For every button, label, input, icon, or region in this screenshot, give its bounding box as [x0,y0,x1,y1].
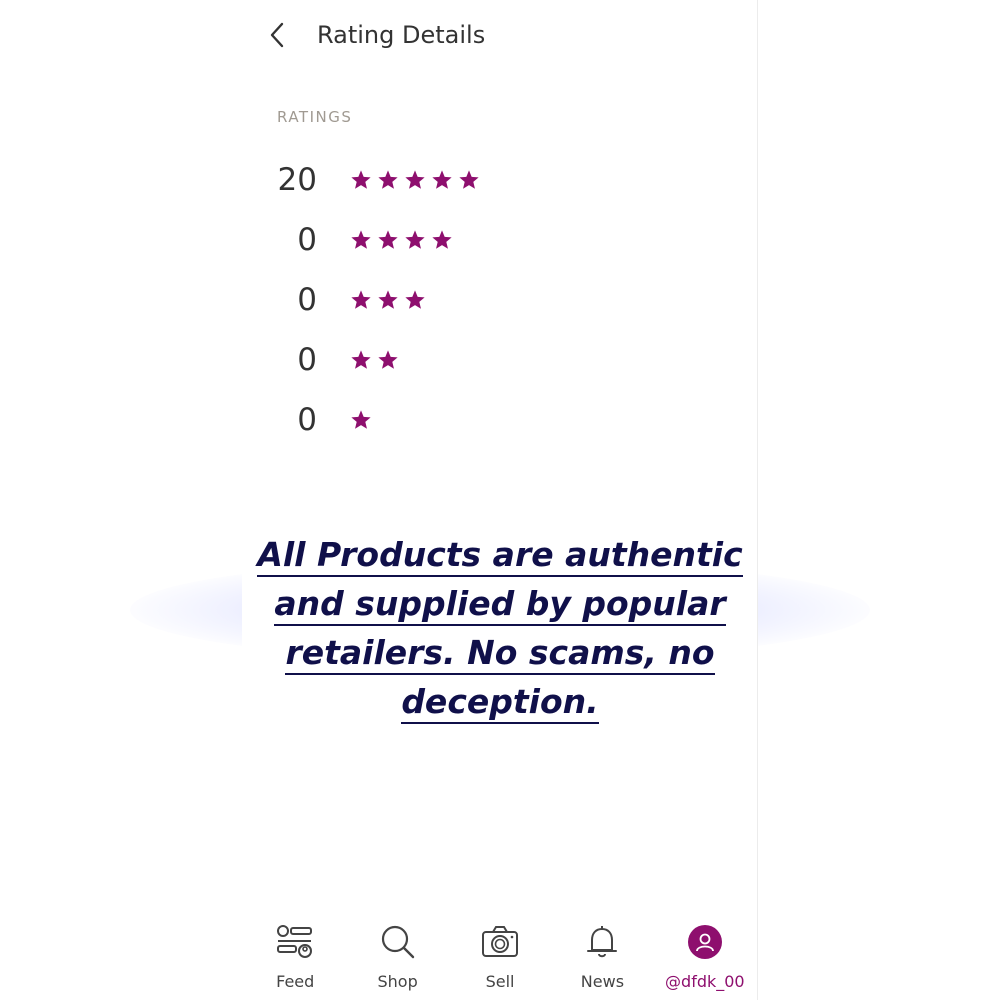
star-group [350,289,426,311]
star-icon [432,170,452,189]
rating-row-3-stars: 0 [242,275,758,325]
star-icon [432,230,452,249]
star-group [350,349,399,371]
nav-item-shop[interactable]: Shop [346,922,448,1000]
star-icon [378,170,398,189]
star-icon [405,230,425,249]
nav-item-sell[interactable]: Sell [449,922,551,1000]
rating-row-4-stars: 0 [242,215,758,265]
overlay-line: retailers. No scams, no [285,633,715,675]
back-button[interactable] [262,18,292,52]
overlay-line: and supplied by popular [274,584,726,626]
rating-count: 0 [297,402,317,438]
camera-icon [480,922,520,962]
rating-count: 0 [297,282,317,318]
overlay-line: All Products are authentic [257,535,743,577]
header: Rating Details [242,0,758,70]
page-title: Rating Details [317,21,486,49]
star-icon [351,290,371,309]
nav-label-profile: @dfdk_00 [665,972,745,991]
bell-icon [582,922,622,962]
nav-item-feed[interactable]: Feed [244,922,346,1000]
star-icon [378,230,398,249]
star-group [350,229,453,251]
avatar [687,925,722,959]
star-icon [459,170,479,189]
star-icon [405,290,425,309]
nav-label-shop: Shop [377,972,418,991]
nav-label-news: News [580,972,625,991]
rating-count: 20 [277,162,317,198]
app-screen: Rating Details RATINGS 20 0 0 0 0 Feed S… [242,0,758,1000]
nav-label-sell: Sell [485,972,515,991]
rating-count: 0 [297,342,317,378]
star-icon [378,290,398,309]
profile-icon [685,922,725,962]
star-icon [351,170,371,189]
rating-row-2-stars: 0 [242,335,758,385]
rating-count: 0 [297,222,317,258]
feed-icon [275,922,315,962]
ratings-section-label: RATINGS [277,108,353,126]
star-icon [378,350,398,369]
chevron-left-icon [270,22,284,48]
nav-item-profile[interactable]: @dfdk_00 [654,922,756,1000]
search-icon [378,922,418,962]
rating-row-5-stars: 20 [242,155,758,205]
rating-row-1-star: 0 [242,395,758,445]
nav-item-news[interactable]: News [551,922,653,1000]
overlay-banner-text: All Products are authentic and supplied … [250,530,750,726]
star-icon [351,230,371,249]
bottom-nav: Feed Shop Sell News @dfdk_00 [242,922,758,1000]
overlay-line: deception. [401,682,599,724]
star-icon [351,350,371,369]
nav-label-feed: Feed [276,972,315,991]
star-group [350,169,480,191]
star-group [350,409,372,431]
star-icon [405,170,425,189]
star-icon [351,410,371,429]
